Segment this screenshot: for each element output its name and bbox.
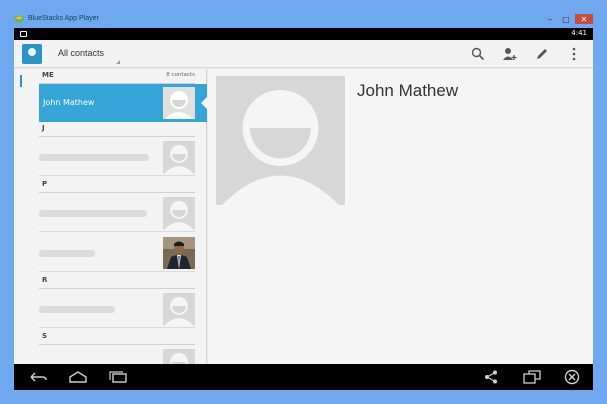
list-item[interactable]	[39, 138, 207, 176]
dropdown-caret-icon	[116, 60, 120, 64]
add-contact-icon[interactable]	[501, 45, 519, 63]
contact-name: John Mathew	[43, 98, 95, 107]
contact-list[interactable]: ME 8 contacts John Mathew J P R S	[14, 69, 208, 364]
row-divider	[39, 175, 195, 176]
blurred-contact-name	[39, 210, 147, 217]
blurred-contact-name	[39, 306, 115, 313]
default-avatar-icon	[163, 141, 195, 173]
section-header-p: P	[39, 179, 195, 193]
maximize-button[interactable]: □	[559, 14, 573, 24]
row-divider	[39, 231, 195, 232]
list-item[interactable]	[39, 290, 207, 328]
section-header-j: J	[39, 123, 195, 137]
default-avatar-icon	[163, 197, 195, 229]
default-avatar-icon	[163, 293, 195, 325]
recent-apps-icon[interactable]	[106, 368, 130, 386]
row-divider	[39, 327, 195, 328]
action-bar-icons	[469, 45, 583, 63]
share-icon[interactable]	[479, 368, 503, 386]
status-bar: 4:41	[14, 28, 593, 40]
home-icon[interactable]	[66, 368, 90, 386]
section-header-s: S	[39, 331, 195, 345]
edit-icon[interactable]	[533, 45, 551, 63]
close-window-button[interactable]: ✕	[575, 14, 593, 24]
contacts-app-icon[interactable]	[22, 44, 42, 64]
contact-detail-name: John Mathew	[357, 81, 459, 100]
blurred-contact-name	[39, 154, 149, 161]
section-letter: P	[42, 180, 48, 188]
list-item-selected-contact[interactable]: John Mathew	[39, 84, 208, 122]
screenshot-notification-icon	[20, 31, 27, 37]
bluestacks-logo-icon	[14, 15, 24, 23]
back-icon[interactable]	[26, 368, 50, 386]
status-time: 4:41	[571, 29, 587, 37]
contact-count: 8 contacts	[166, 72, 195, 78]
default-avatar-icon	[163, 87, 195, 119]
window-title: BlueStacks App Player	[28, 15, 99, 22]
list-item[interactable]	[39, 194, 207, 232]
window-titlebar: BlueStacks App Player ‒ □ ✕	[0, 0, 607, 28]
section-letter: ME	[42, 71, 54, 79]
window-controls: ‒ □ ✕	[543, 14, 593, 24]
contact-detail-pane: John Mathew	[208, 69, 593, 364]
scroll-indicator[interactable]	[20, 75, 22, 87]
action-bar: All contacts	[14, 40, 593, 68]
selection-arrow	[201, 96, 208, 110]
row-divider	[39, 271, 195, 272]
section-letter: R	[42, 276, 48, 284]
list-item[interactable]	[39, 234, 207, 272]
search-icon[interactable]	[469, 45, 487, 63]
section-letter: S	[42, 332, 48, 340]
close-app-icon[interactable]	[560, 368, 584, 386]
section-header-me: ME 8 contacts	[39, 70, 195, 84]
default-avatar-icon	[163, 349, 195, 364]
navigation-bar	[14, 364, 593, 390]
list-item[interactable]	[39, 346, 207, 364]
section-letter: J	[42, 124, 45, 132]
contact-photo	[163, 237, 195, 269]
contacts-filter-dropdown[interactable]: All contacts	[58, 48, 104, 58]
section-header-r: R	[39, 275, 195, 289]
overflow-menu-icon[interactable]	[565, 45, 583, 63]
emulator-screen: 4:41 All contacts ME 8 contacts John Mat…	[14, 28, 593, 390]
blurred-contact-name	[39, 250, 95, 257]
minimize-button[interactable]: ‒	[543, 14, 557, 24]
screen-rotate-icon[interactable]	[520, 368, 544, 386]
contact-photo-placeholder-icon[interactable]	[216, 76, 345, 205]
